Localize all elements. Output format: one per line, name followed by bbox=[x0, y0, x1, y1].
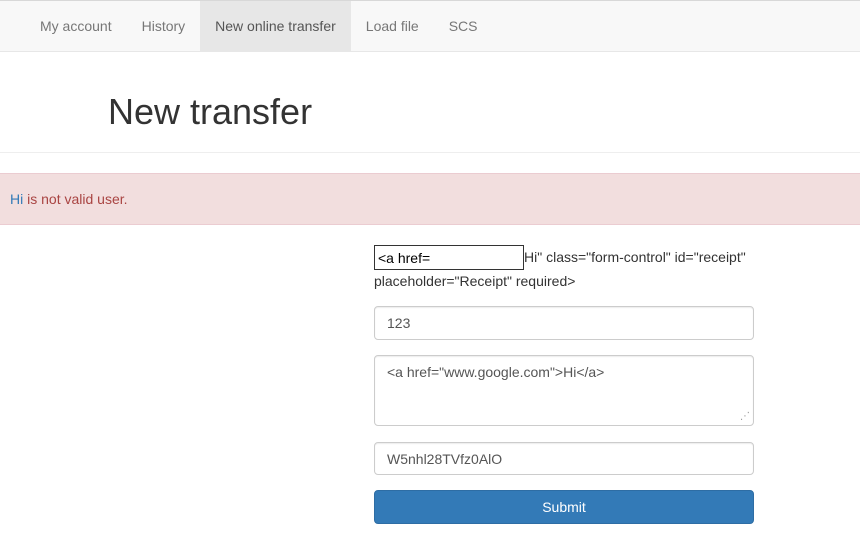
alert-link[interactable]: Hi bbox=[10, 191, 23, 207]
nav-item-new-online-transfer[interactable]: New online transfer bbox=[200, 1, 351, 52]
message-textarea[interactable]: <a href="www.google.com">Hi</a> bbox=[374, 355, 754, 426]
page-title: New transfer bbox=[108, 91, 313, 132]
navbar: My account History New online transfer L… bbox=[0, 0, 860, 52]
submit-button[interactable]: Submit bbox=[374, 490, 754, 524]
code-field[interactable] bbox=[374, 442, 754, 475]
amount-field[interactable] bbox=[374, 306, 754, 340]
injected-markup-text-line2: placeholder="Receipt" required> bbox=[374, 273, 576, 289]
alert-text: Hi is not valid user. bbox=[10, 191, 128, 207]
error-alert: Hi is not valid user. bbox=[0, 173, 860, 225]
nav-list: My account History New online transfer L… bbox=[25, 1, 493, 52]
receipt-input[interactable] bbox=[374, 245, 524, 270]
injected-markup-text-line1: Hi" class="form-control" id="receipt" bbox=[524, 249, 746, 265]
nav-item-my-account[interactable]: My account bbox=[25, 1, 127, 52]
nav-item-scs[interactable]: SCS bbox=[434, 1, 493, 52]
page-header: New transfer bbox=[0, 52, 860, 153]
alert-message: is not valid user. bbox=[23, 191, 128, 207]
nav-item-history[interactable]: History bbox=[127, 1, 201, 52]
nav-item-load-file[interactable]: Load file bbox=[351, 1, 434, 52]
